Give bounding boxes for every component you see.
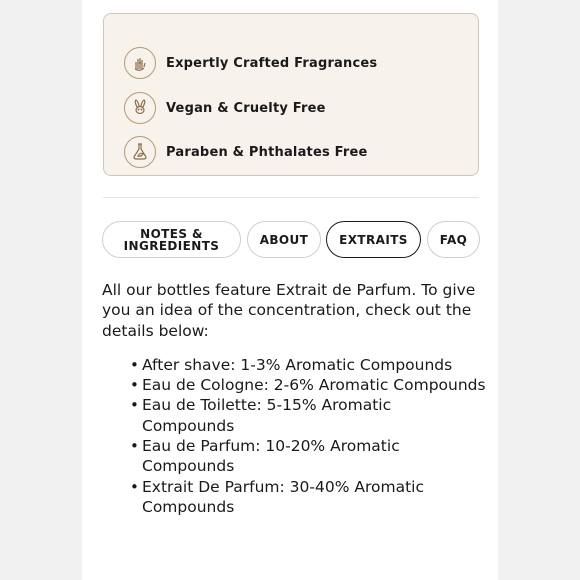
feature-label: Paraben & Phthalates Free bbox=[166, 144, 368, 160]
feature-vegan: Vegan & Cruelty Free bbox=[124, 91, 326, 125]
feature-paraben-free: Paraben & Phthalates Free bbox=[124, 135, 368, 169]
concentration-list: After shave: 1-3% Aromatic Compounds Eau… bbox=[102, 355, 488, 517]
feature-label: Expertly Crafted Fragrances bbox=[166, 55, 378, 71]
list-item: After shave: 1-3% Aromatic Compounds bbox=[102, 355, 488, 376]
tab-content: All our bottles feature Extrait de Parfu… bbox=[102, 280, 488, 517]
tab-faq[interactable]: FAQ bbox=[427, 221, 480, 258]
product-details-panel: Expertly Crafted Fragrances Vegan & Crue… bbox=[82, 0, 498, 580]
features-box: Expertly Crafted Fragrances Vegan & Crue… bbox=[103, 13, 479, 176]
list-item: Extrait De Parfum: 30-40% Aromatic Compo… bbox=[102, 477, 488, 518]
tab-about[interactable]: ABOUT bbox=[247, 221, 321, 258]
flask-leaf-icon bbox=[124, 136, 156, 168]
tab-notes-ingredients[interactable]: NOTES & INGREDIENTS bbox=[102, 221, 241, 258]
list-item: Eau de Toilette: 5-15% Aromatic Compound… bbox=[102, 395, 488, 436]
rabbit-icon bbox=[124, 92, 156, 124]
feature-label: Vegan & Cruelty Free bbox=[166, 100, 326, 116]
hand-drop-icon bbox=[124, 47, 156, 79]
intro-text: All our bottles feature Extrait de Parfu… bbox=[102, 281, 476, 340]
tab-bar: NOTES & INGREDIENTS ABOUT EXTRAITS FAQ bbox=[102, 221, 482, 258]
feature-crafted: Expertly Crafted Fragrances bbox=[124, 46, 377, 80]
section-divider bbox=[103, 197, 479, 198]
list-item: Eau de Cologne: 2-6% Aromatic Compounds bbox=[102, 375, 488, 396]
tab-extraits[interactable]: EXTRAITS bbox=[326, 221, 421, 258]
list-item: Eau de Parfum: 10-20% Aromatic Compounds bbox=[102, 436, 488, 477]
